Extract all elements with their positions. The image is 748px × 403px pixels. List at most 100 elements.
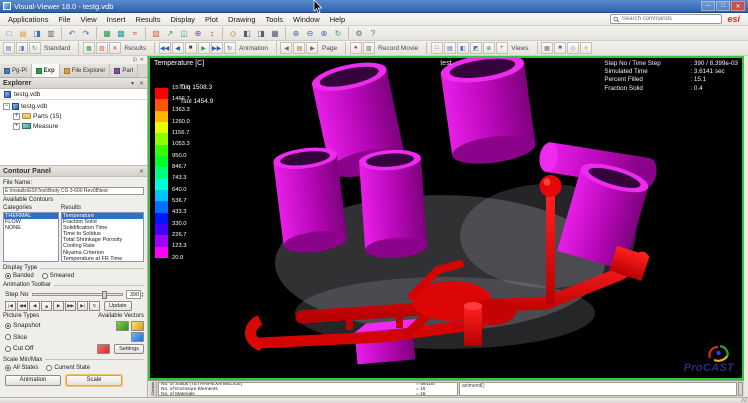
play-icon[interactable]: ▶ bbox=[198, 42, 210, 54]
slice-radio[interactable] bbox=[5, 334, 11, 340]
session-row[interactable]: testg.vdb bbox=[0, 89, 147, 100]
open-icon[interactable]: ▤ bbox=[17, 27, 30, 40]
snapshot-radio[interactable] bbox=[5, 323, 11, 329]
zoom-out-icon[interactable]: ⊖ bbox=[304, 27, 317, 40]
casting-model-3d[interactable] bbox=[150, 58, 742, 378]
settings-icon[interactable]: ⚙ bbox=[353, 27, 366, 40]
expand-icon[interactable]: + bbox=[13, 123, 20, 130]
layout-split-icon[interactable]: ◨ bbox=[255, 27, 268, 40]
close-explorer-icon[interactable]: ✕ bbox=[139, 81, 144, 87]
page-layout-icon[interactable]: ▤ bbox=[293, 42, 305, 54]
light-icon[interactable]: ☀ bbox=[580, 42, 592, 54]
menu-item-drawing[interactable]: Drawing bbox=[223, 15, 261, 24]
viewport-3d[interactable]: Temperature [C] 1570.01466.71363.31260.0… bbox=[148, 56, 744, 380]
menu-item-help[interactable]: Help bbox=[325, 15, 350, 24]
prev-page-icon[interactable]: ◀ bbox=[280, 42, 292, 54]
merge-results-icon[interactable]: ▧ bbox=[96, 42, 108, 54]
close-results-icon[interactable]: ✕ bbox=[109, 42, 121, 54]
maximize-button[interactable]: □ bbox=[716, 1, 730, 11]
step-back-icon[interactable]: ◀ bbox=[172, 42, 184, 54]
menu-item-window[interactable]: Window bbox=[288, 15, 325, 24]
slider-thumb[interactable] bbox=[102, 291, 107, 299]
explorer-tab-file-explorer[interactable]: File Explorer bbox=[60, 64, 111, 77]
chart-icon[interactable]: ▦ bbox=[101, 27, 114, 40]
loop-button[interactable]: ↻ bbox=[89, 301, 100, 311]
step-value[interactable]: 390 bbox=[126, 290, 141, 299]
smeared-radio[interactable] bbox=[42, 273, 48, 279]
explorer-tab-part[interactable]: Part bbox=[110, 64, 138, 77]
rotate-view-icon[interactable]: ↻ bbox=[332, 27, 345, 40]
minimize-button[interactable]: ─ bbox=[701, 1, 715, 11]
stop-icon[interactable]: ■ bbox=[185, 42, 197, 54]
category-item[interactable]: NONE bbox=[4, 225, 58, 231]
menu-item-applications[interactable]: Applications bbox=[3, 15, 53, 24]
categories-list[interactable]: THERMALFLOWNONE bbox=[3, 212, 59, 262]
fit-all-icon[interactable]: ⊕ bbox=[483, 42, 495, 54]
update-button[interactable]: Update bbox=[104, 301, 132, 311]
axis-icon[interactable]: + bbox=[496, 42, 508, 54]
probe-icon[interactable]: ⊕ bbox=[192, 27, 205, 40]
search-input[interactable] bbox=[622, 15, 720, 23]
step-slider[interactable] bbox=[32, 293, 124, 296]
cutoff-radio[interactable] bbox=[5, 346, 11, 352]
view-front-icon[interactable]: □ bbox=[431, 42, 443, 54]
perspective-icon[interactable]: ◇ bbox=[567, 42, 579, 54]
next-page-icon[interactable]: ▶ bbox=[306, 42, 318, 54]
record-icon[interactable]: ● bbox=[350, 42, 362, 54]
session-save-icon[interactable]: ◨ bbox=[16, 42, 28, 54]
layout-quad-icon[interactable]: ▦ bbox=[269, 27, 282, 40]
menu-item-insert[interactable]: Insert bbox=[102, 15, 131, 24]
pin-icon[interactable]: ⊡ bbox=[133, 57, 137, 64]
menu-item-tools[interactable]: Tools bbox=[261, 15, 289, 24]
wireframe-icon[interactable]: ▦ bbox=[541, 42, 553, 54]
slice-options-icon[interactable] bbox=[131, 332, 144, 342]
close-panel-icon[interactable]: ✕ bbox=[140, 57, 144, 64]
annotation-icon[interactable]: ◇ bbox=[227, 27, 240, 40]
fit-view-icon[interactable]: ⊗ bbox=[318, 27, 331, 40]
result-item[interactable]: Temperature at FR Time bbox=[62, 256, 143, 262]
menu-item-plot[interactable]: Plot bbox=[200, 15, 223, 24]
undo-icon[interactable]: ↶ bbox=[66, 27, 79, 40]
explorer-tab-exp[interactable]: Exp bbox=[32, 64, 60, 77]
resize-grip[interactable] bbox=[741, 398, 747, 402]
tree-item-measure[interactable]: + Measure bbox=[0, 121, 147, 131]
console-scrollbar[interactable] bbox=[738, 382, 743, 396]
rewind-button[interactable]: ◀◀ bbox=[17, 301, 28, 311]
settings-button[interactable]: Settings bbox=[114, 344, 144, 354]
scale-button[interactable]: Scale bbox=[66, 375, 122, 386]
menu-arrow-icon[interactable]: ▾ bbox=[131, 81, 134, 87]
console-log-pane[interactable]: animend() bbox=[459, 382, 737, 396]
help-icon[interactable]: ? bbox=[367, 27, 380, 40]
collapse-icon[interactable]: − bbox=[3, 103, 10, 110]
shaded-icon[interactable]: ■ bbox=[554, 42, 566, 54]
explorer-tab-pg-pl[interactable]: Pg-Pl bbox=[0, 64, 32, 77]
current-state-radio[interactable] bbox=[46, 365, 52, 371]
file-path-field[interactable]: E:\Installs\ESI\Test\Body CG 3-600 Rev08… bbox=[3, 187, 144, 195]
view-top-icon[interactable]: ▤ bbox=[444, 42, 456, 54]
menu-item-file[interactable]: File bbox=[53, 15, 75, 24]
section-cut-icon[interactable]: ◫ bbox=[178, 27, 191, 40]
expand-icon[interactable]: + bbox=[13, 113, 20, 120]
fast-forward-button[interactable]: ▶▶ bbox=[65, 301, 76, 311]
close-contour-panel-icon[interactable]: ✕ bbox=[139, 169, 144, 175]
search-commands-box[interactable] bbox=[610, 14, 722, 24]
save-icon[interactable]: ◨ bbox=[31, 27, 44, 40]
first-frame-button[interactable]: |◀ bbox=[5, 301, 16, 311]
layout-single-icon[interactable]: ◧ bbox=[241, 27, 254, 40]
curve-icon[interactable]: ≈ bbox=[129, 27, 142, 40]
spinner-arrows[interactable]: ▲▼ bbox=[141, 292, 144, 298]
close-button[interactable]: ✕ bbox=[731, 1, 745, 11]
session-open-icon[interactable]: ▤ bbox=[3, 42, 15, 54]
table-icon[interactable]: ▩ bbox=[115, 27, 128, 40]
vector-options-icon[interactable] bbox=[131, 321, 144, 331]
zoom-in-icon[interactable]: ⊕ bbox=[290, 27, 303, 40]
contour-icon[interactable]: ▧ bbox=[150, 27, 163, 40]
redo-icon[interactable]: ↷ bbox=[80, 27, 93, 40]
step-back-button[interactable]: ◀ bbox=[29, 301, 40, 311]
console-tab[interactable]: Console bbox=[148, 381, 157, 397]
print-icon[interactable]: ▥ bbox=[45, 27, 58, 40]
cutoff-options-icon[interactable] bbox=[97, 344, 110, 354]
rewind-icon[interactable]: ◀◀ bbox=[159, 42, 171, 54]
loop-icon[interactable]: ↻ bbox=[224, 42, 236, 54]
refresh-icon[interactable]: ↻ bbox=[29, 42, 41, 54]
